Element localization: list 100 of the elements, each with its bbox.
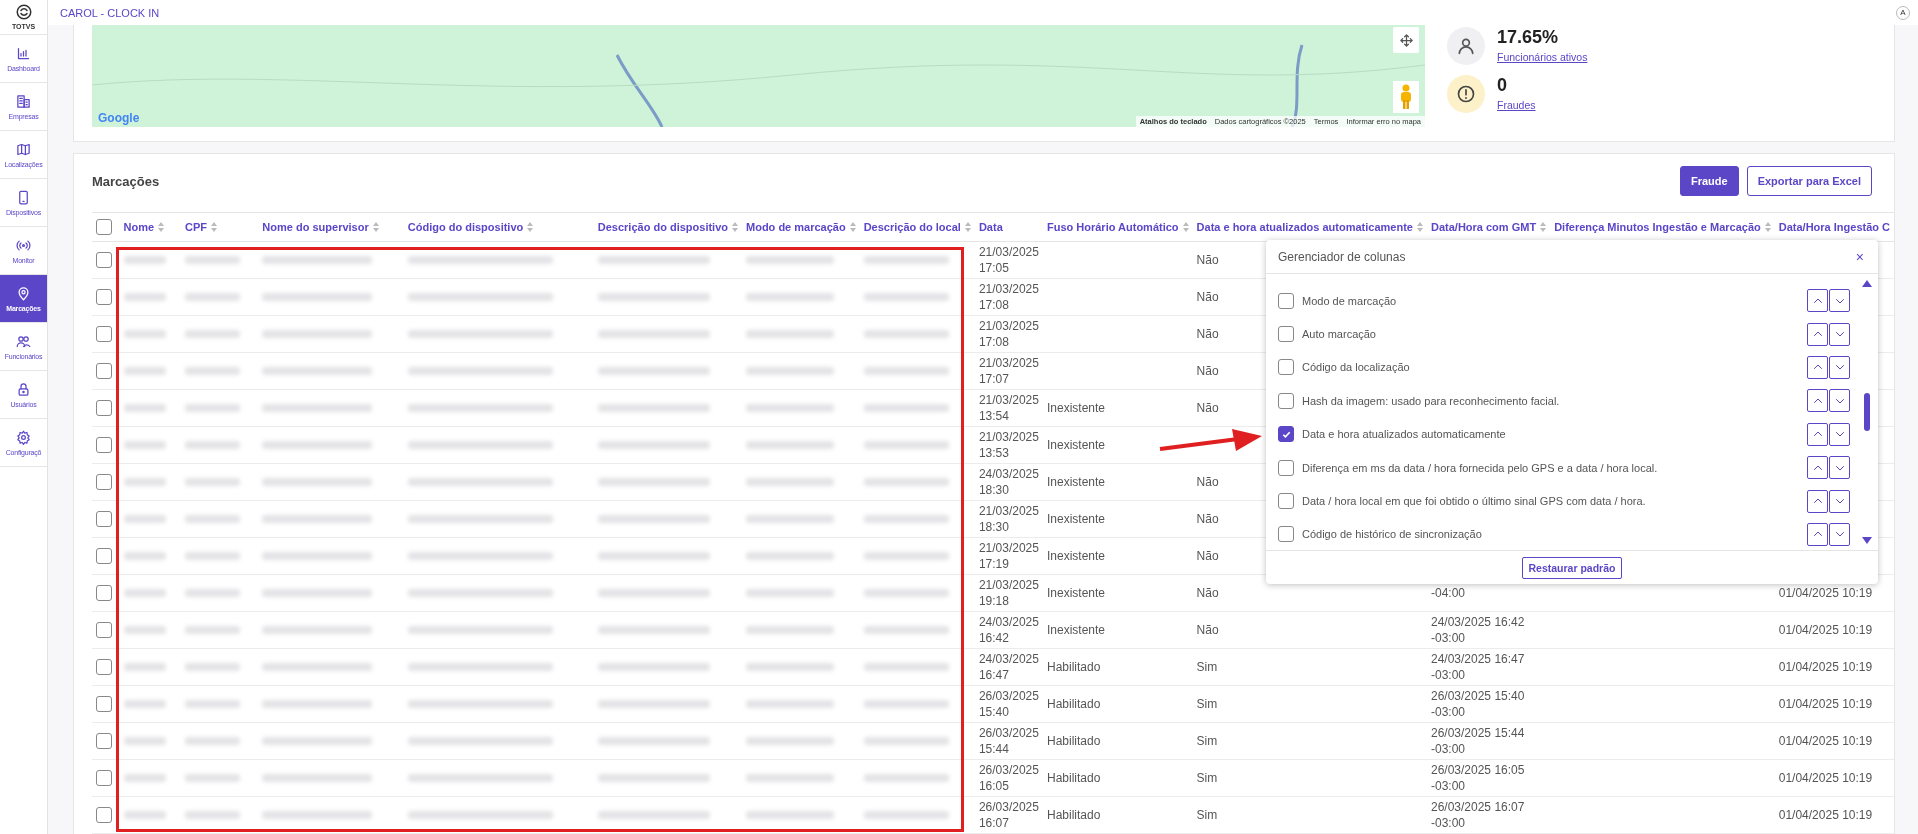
move-up-button[interactable] bbox=[1807, 456, 1828, 480]
move-down-button[interactable] bbox=[1829, 355, 1850, 379]
checkbox[interactable] bbox=[96, 733, 112, 750]
table-cell: 24/03/2025 16:47 -03:00 bbox=[1427, 648, 1551, 686]
move-down-button[interactable] bbox=[1829, 389, 1850, 413]
checkbox[interactable] bbox=[96, 400, 112, 417]
checkbox[interactable] bbox=[1278, 526, 1294, 543]
checkbox[interactable] bbox=[96, 437, 112, 454]
blurred-text bbox=[184, 626, 241, 634]
move-down-button[interactable] bbox=[1829, 322, 1850, 346]
move-up-button[interactable] bbox=[1807, 422, 1828, 446]
sort-icon bbox=[1182, 222, 1189, 232]
table-cell: 26/03/2025 16:05 bbox=[974, 759, 1043, 797]
table-cell: 21/03/2025 19:18 bbox=[974, 574, 1043, 612]
close-button[interactable]: × bbox=[1853, 248, 1866, 265]
column-option-label: Modo de marcação bbox=[1302, 294, 1398, 307]
column-option-label: Código da localização bbox=[1302, 361, 1411, 374]
sort-icon bbox=[1764, 222, 1771, 232]
move-down-button[interactable] bbox=[1829, 522, 1850, 546]
move-down-button[interactable] bbox=[1829, 289, 1850, 313]
warning-icon bbox=[1456, 84, 1476, 104]
column-header[interactable]: Descrição do local bbox=[859, 212, 975, 242]
column-header[interactable]: Código do dispositivo bbox=[403, 212, 594, 242]
table-cell: Habilitado bbox=[1042, 648, 1193, 686]
checkbox[interactable] bbox=[96, 474, 112, 491]
blurred-text bbox=[184, 478, 241, 486]
checkbox[interactable] bbox=[96, 770, 112, 787]
blurred-text bbox=[184, 404, 241, 412]
table-cell: 01/04/2025 10:19 bbox=[1774, 759, 1894, 797]
sort-icon bbox=[372, 222, 379, 232]
checkbox[interactable] bbox=[96, 585, 112, 602]
map-icon bbox=[16, 141, 31, 157]
column-header[interactable]: Nome do supervisor bbox=[258, 212, 404, 242]
export-button[interactable]: Exportar para Excel bbox=[1746, 166, 1872, 196]
table-cell: Habilitado bbox=[1042, 759, 1193, 797]
blurred-text bbox=[123, 589, 167, 597]
blurred-text bbox=[123, 626, 167, 634]
table-cell: 26/03/2025 15:44 bbox=[974, 722, 1043, 760]
checkbox[interactable] bbox=[96, 363, 112, 380]
move-up-button[interactable] bbox=[1807, 522, 1828, 546]
table-cell: Sim bbox=[1192, 685, 1427, 723]
checkbox[interactable] bbox=[96, 622, 112, 639]
column-option-label: Auto marcação bbox=[1302, 328, 1377, 341]
checkbox[interactable] bbox=[96, 252, 112, 269]
blurred-text bbox=[123, 515, 167, 523]
table-cell: Sim bbox=[1192, 796, 1427, 834]
checkbox[interactable] bbox=[96, 807, 112, 824]
stat-link[interactable]: Fraudes bbox=[1497, 99, 1536, 111]
checkbox[interactable] bbox=[96, 511, 112, 528]
stat-link[interactable]: Funcionários ativos bbox=[1497, 51, 1588, 63]
blurred-text bbox=[184, 663, 241, 671]
checkbox[interactable] bbox=[96, 696, 112, 713]
checkbox[interactable] bbox=[1278, 493, 1294, 510]
table-cell: Sim bbox=[1192, 759, 1427, 797]
table-cell: 26/03/2025 15:40 bbox=[974, 685, 1043, 723]
move-up-button[interactable] bbox=[1807, 389, 1828, 413]
column-header[interactable]: Data bbox=[974, 212, 1043, 242]
column-header[interactable]: Descrição do dispositivo bbox=[593, 212, 742, 242]
column-header[interactable]: CPF bbox=[180, 212, 259, 242]
checkbox[interactable] bbox=[1278, 359, 1294, 376]
checkbox[interactable] bbox=[96, 289, 112, 306]
move-up-button[interactable] bbox=[1807, 355, 1828, 379]
checkbox[interactable] bbox=[96, 548, 112, 565]
street-view-button[interactable] bbox=[1393, 81, 1419, 113]
move-up-button[interactable] bbox=[1807, 289, 1828, 313]
location-pin-icon bbox=[16, 285, 31, 301]
table-cell: 21/03/2025 17:08 bbox=[974, 315, 1043, 353]
checkbox[interactable] bbox=[1278, 426, 1294, 443]
fraud-button[interactable]: Fraude bbox=[1679, 166, 1739, 196]
blurred-text bbox=[184, 700, 241, 708]
scrollbar-thumb[interactable] bbox=[1864, 393, 1870, 431]
settings-icon bbox=[16, 429, 31, 445]
checkbox[interactable] bbox=[1278, 392, 1294, 409]
restore-default-button[interactable]: Restaurar padrão bbox=[1521, 556, 1623, 579]
move-down-button[interactable] bbox=[1829, 489, 1850, 513]
checkbox[interactable] bbox=[1278, 292, 1294, 309]
people-icon bbox=[16, 333, 31, 349]
column-header[interactable]: Fuso Horário Automático bbox=[1042, 212, 1193, 242]
checkbox[interactable] bbox=[96, 326, 112, 343]
checkbox[interactable] bbox=[96, 219, 112, 235]
checkbox[interactable] bbox=[1278, 326, 1294, 343]
blurred-text bbox=[184, 737, 241, 745]
table-cell: Inexistente bbox=[1042, 389, 1193, 427]
move-down-button[interactable] bbox=[1829, 456, 1850, 480]
checkbox[interactable] bbox=[96, 659, 112, 676]
table-cell: Sim bbox=[1192, 648, 1427, 686]
move-up-button[interactable] bbox=[1807, 489, 1828, 513]
table-cell: Inexistente bbox=[1042, 574, 1193, 612]
map-pan-button[interactable] bbox=[1393, 27, 1419, 53]
checkbox[interactable] bbox=[1278, 459, 1294, 476]
column-header[interactable]: Nome bbox=[119, 212, 181, 242]
scroll-up-icon[interactable] bbox=[1862, 280, 1872, 287]
move-up-button[interactable] bbox=[1807, 322, 1828, 346]
column-header[interactable]: Modo de marcação bbox=[742, 212, 860, 242]
table-cell: 21/03/2025 17:07 bbox=[974, 352, 1043, 390]
table-cell: Inexistente bbox=[1042, 611, 1193, 649]
move-down-button[interactable] bbox=[1829, 422, 1850, 446]
scroll-down-icon[interactable] bbox=[1862, 537, 1872, 544]
table-cell: 01/04/2025 10:19 bbox=[1774, 796, 1894, 834]
sort-icon bbox=[732, 222, 738, 232]
